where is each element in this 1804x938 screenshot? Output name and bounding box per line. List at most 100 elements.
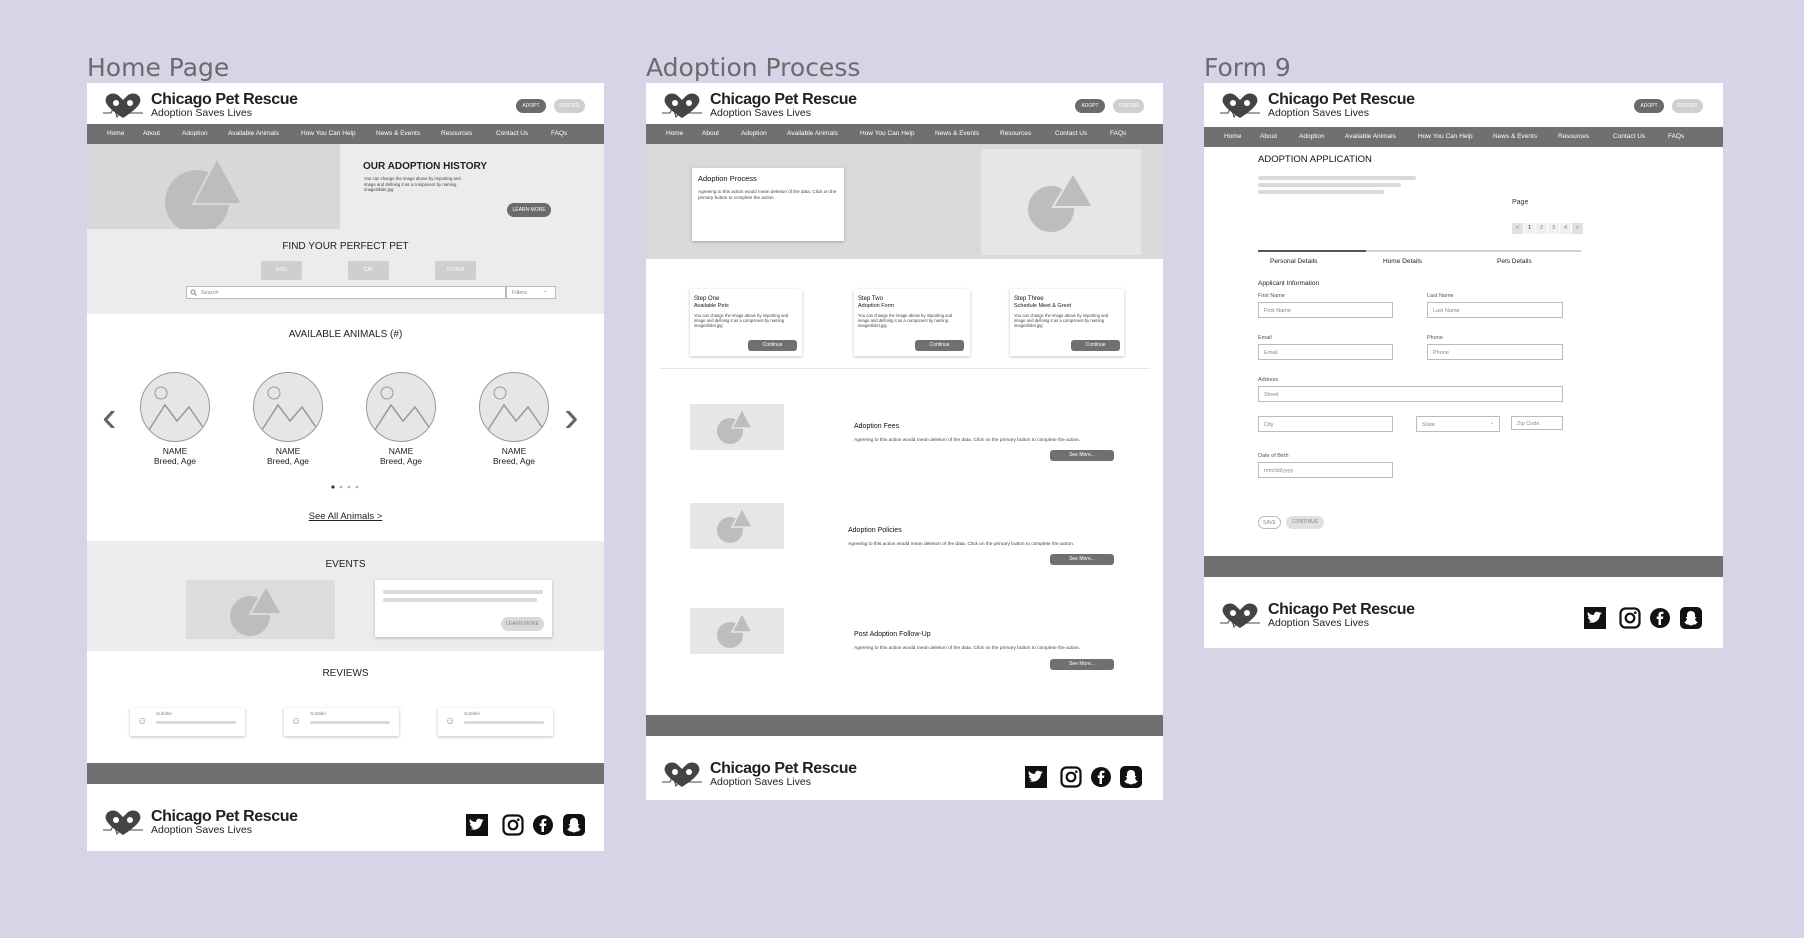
foster-button[interactable]: FOSTER bbox=[554, 99, 585, 113]
nav-available-animals[interactable]: Available Animals bbox=[787, 124, 838, 144]
snapchat-icon[interactable] bbox=[1680, 607, 1702, 629]
nav-news-events[interactable]: News & Events bbox=[935, 124, 979, 144]
see-more-button[interactable]: See More... bbox=[1050, 450, 1114, 461]
phone-input[interactable]: Phone bbox=[1427, 344, 1563, 360]
animal-photo[interactable] bbox=[479, 372, 549, 442]
nav-how-you-can-help[interactable]: How You Can Help bbox=[860, 124, 915, 144]
street-input[interactable]: Street bbox=[1258, 386, 1563, 402]
nav-contact-us[interactable]: Contact Us bbox=[496, 124, 528, 144]
history-title: OUR ADOPTION HISTORY bbox=[363, 161, 488, 172]
nav-adoption[interactable]: Adoption bbox=[182, 124, 208, 144]
instagram-icon[interactable] bbox=[1060, 766, 1082, 788]
history-learn-more-button[interactable]: LEARN MORE bbox=[507, 203, 551, 217]
page-button[interactable]: 3 bbox=[1548, 223, 1559, 234]
tab-pets-details[interactable]: Pets Details bbox=[1497, 258, 1532, 265]
nav-about[interactable]: About bbox=[143, 124, 160, 144]
facebook-icon[interactable] bbox=[1649, 607, 1671, 629]
nav-news-events[interactable]: News & Events bbox=[1493, 127, 1537, 147]
event-learn-more-button[interactable]: LEARN MORE bbox=[501, 617, 544, 631]
page-next-button[interactable]: > bbox=[1572, 223, 1583, 234]
state-select[interactable]: State bbox=[1416, 416, 1500, 432]
header: Chicago Pet Rescue Adoption Saves Lives … bbox=[87, 83, 604, 124]
page-button[interactable]: 2 bbox=[1536, 223, 1547, 234]
text-line bbox=[464, 721, 544, 724]
foster-button[interactable]: FOSTER bbox=[1672, 99, 1703, 113]
step-continue-button[interactable]: Continue bbox=[915, 340, 964, 351]
nav-how-you-can-help[interactable]: How You Can Help bbox=[301, 124, 356, 144]
text-line bbox=[310, 721, 390, 724]
nav-home[interactable]: Home bbox=[1224, 127, 1241, 147]
carousel-dots[interactable] bbox=[331, 485, 361, 489]
animal-photo[interactable] bbox=[366, 372, 436, 442]
page-button[interactable]: 4 bbox=[1560, 223, 1571, 234]
email-input[interactable]: Email bbox=[1258, 344, 1393, 360]
step-subtitle: Schedule Meet & Greet bbox=[1014, 303, 1072, 309]
last-name-input[interactable]: Last Name bbox=[1427, 302, 1563, 318]
city-input[interactable]: City bbox=[1258, 416, 1393, 432]
nav-adoption[interactable]: Adoption bbox=[1299, 127, 1325, 147]
nav-resources[interactable]: Resources bbox=[1000, 124, 1031, 144]
see-more-button[interactable]: See More... bbox=[1050, 659, 1114, 670]
adopt-button[interactable]: ADOPT bbox=[516, 99, 546, 113]
step-continue-button[interactable]: Continue bbox=[1071, 340, 1120, 351]
nav-available-animals[interactable]: Available Animals bbox=[228, 124, 279, 144]
nav-contact-us[interactable]: Contact Us bbox=[1613, 127, 1645, 147]
nav-available-animals[interactable]: Available Animals bbox=[1345, 127, 1396, 147]
nav-home[interactable]: Home bbox=[666, 124, 683, 144]
main-nav: Home About Adoption Available Animals Ho… bbox=[646, 124, 1163, 144]
tab-home-details[interactable]: Home Details bbox=[1383, 258, 1422, 265]
adopt-button[interactable]: ADOPT bbox=[1634, 99, 1664, 113]
nav-resources[interactable]: Resources bbox=[441, 124, 472, 144]
nav-news-events[interactable]: News & Events bbox=[376, 124, 420, 144]
animal-photo[interactable] bbox=[140, 372, 210, 442]
zip-input[interactable]: Zip Code bbox=[1511, 416, 1563, 430]
nav-adoption[interactable]: Adoption bbox=[741, 124, 767, 144]
footer-bar bbox=[646, 715, 1163, 736]
foster-button[interactable]: FOSTER bbox=[1113, 99, 1144, 113]
review-card[interactable]: ☺ Subtitle bbox=[438, 708, 553, 736]
page-prev-button[interactable]: < bbox=[1512, 223, 1523, 234]
text-line bbox=[1258, 176, 1416, 180]
see-all-animals-link[interactable]: See All Animals > bbox=[87, 511, 604, 522]
facebook-icon[interactable] bbox=[532, 814, 554, 836]
other-filter-button[interactable]: OTHER bbox=[435, 261, 476, 280]
twitter-icon[interactable] bbox=[1025, 766, 1047, 788]
nav-home[interactable]: Home bbox=[107, 124, 124, 144]
review-card[interactable]: ☺ Subtitle bbox=[284, 708, 399, 736]
nav-how-you-can-help[interactable]: How You Can Help bbox=[1418, 127, 1473, 147]
adopt-button[interactable]: ADOPT bbox=[1075, 99, 1105, 113]
dog-filter-button[interactable]: DOG bbox=[261, 261, 302, 280]
snapchat-icon[interactable] bbox=[563, 814, 585, 836]
chevron-left-icon[interactable]: ‹ bbox=[102, 395, 117, 439]
nav-about[interactable]: About bbox=[702, 124, 719, 144]
page-button[interactable]: 1 bbox=[1524, 223, 1535, 234]
instagram-icon[interactable] bbox=[1619, 607, 1641, 629]
event-card[interactable]: LEARN MORE bbox=[375, 580, 552, 637]
chevron-right-icon[interactable]: › bbox=[564, 395, 579, 439]
nav-contact-us[interactable]: Contact Us bbox=[1055, 124, 1087, 144]
instagram-icon[interactable] bbox=[502, 814, 524, 836]
animal-photo[interactable] bbox=[253, 372, 323, 442]
tab-personal-details[interactable]: Personal Details bbox=[1270, 258, 1317, 265]
filters-dropdown[interactable]: Filters bbox=[506, 286, 556, 299]
nav-about[interactable]: About bbox=[1260, 127, 1277, 147]
twitter-icon[interactable] bbox=[466, 814, 488, 836]
facebook-icon[interactable] bbox=[1090, 766, 1112, 788]
step-continue-button[interactable]: Continue bbox=[748, 340, 797, 351]
nav-faqs[interactable]: FAQs bbox=[1668, 127, 1684, 147]
review-subtitle: Subtitle bbox=[310, 712, 326, 717]
dob-input[interactable]: mm/dd/yyyy bbox=[1258, 462, 1393, 478]
first-name-input[interactable]: First Name bbox=[1258, 302, 1393, 318]
twitter-icon[interactable] bbox=[1584, 607, 1606, 629]
cat-filter-button[interactable]: CAT bbox=[348, 261, 389, 280]
heart-paw-logo-icon bbox=[662, 93, 702, 119]
see-more-button[interactable]: See More... bbox=[1050, 554, 1114, 565]
nav-faqs[interactable]: FAQs bbox=[551, 124, 567, 144]
continue-button[interactable]: CONTINUE bbox=[1286, 516, 1324, 529]
search-input[interactable]: Search bbox=[186, 286, 506, 299]
nav-faqs[interactable]: FAQs bbox=[1110, 124, 1126, 144]
save-button[interactable]: SAVE bbox=[1258, 516, 1281, 529]
review-card[interactable]: ☺ Subtitle bbox=[130, 708, 245, 736]
nav-resources[interactable]: Resources bbox=[1558, 127, 1589, 147]
snapchat-icon[interactable] bbox=[1120, 766, 1142, 788]
